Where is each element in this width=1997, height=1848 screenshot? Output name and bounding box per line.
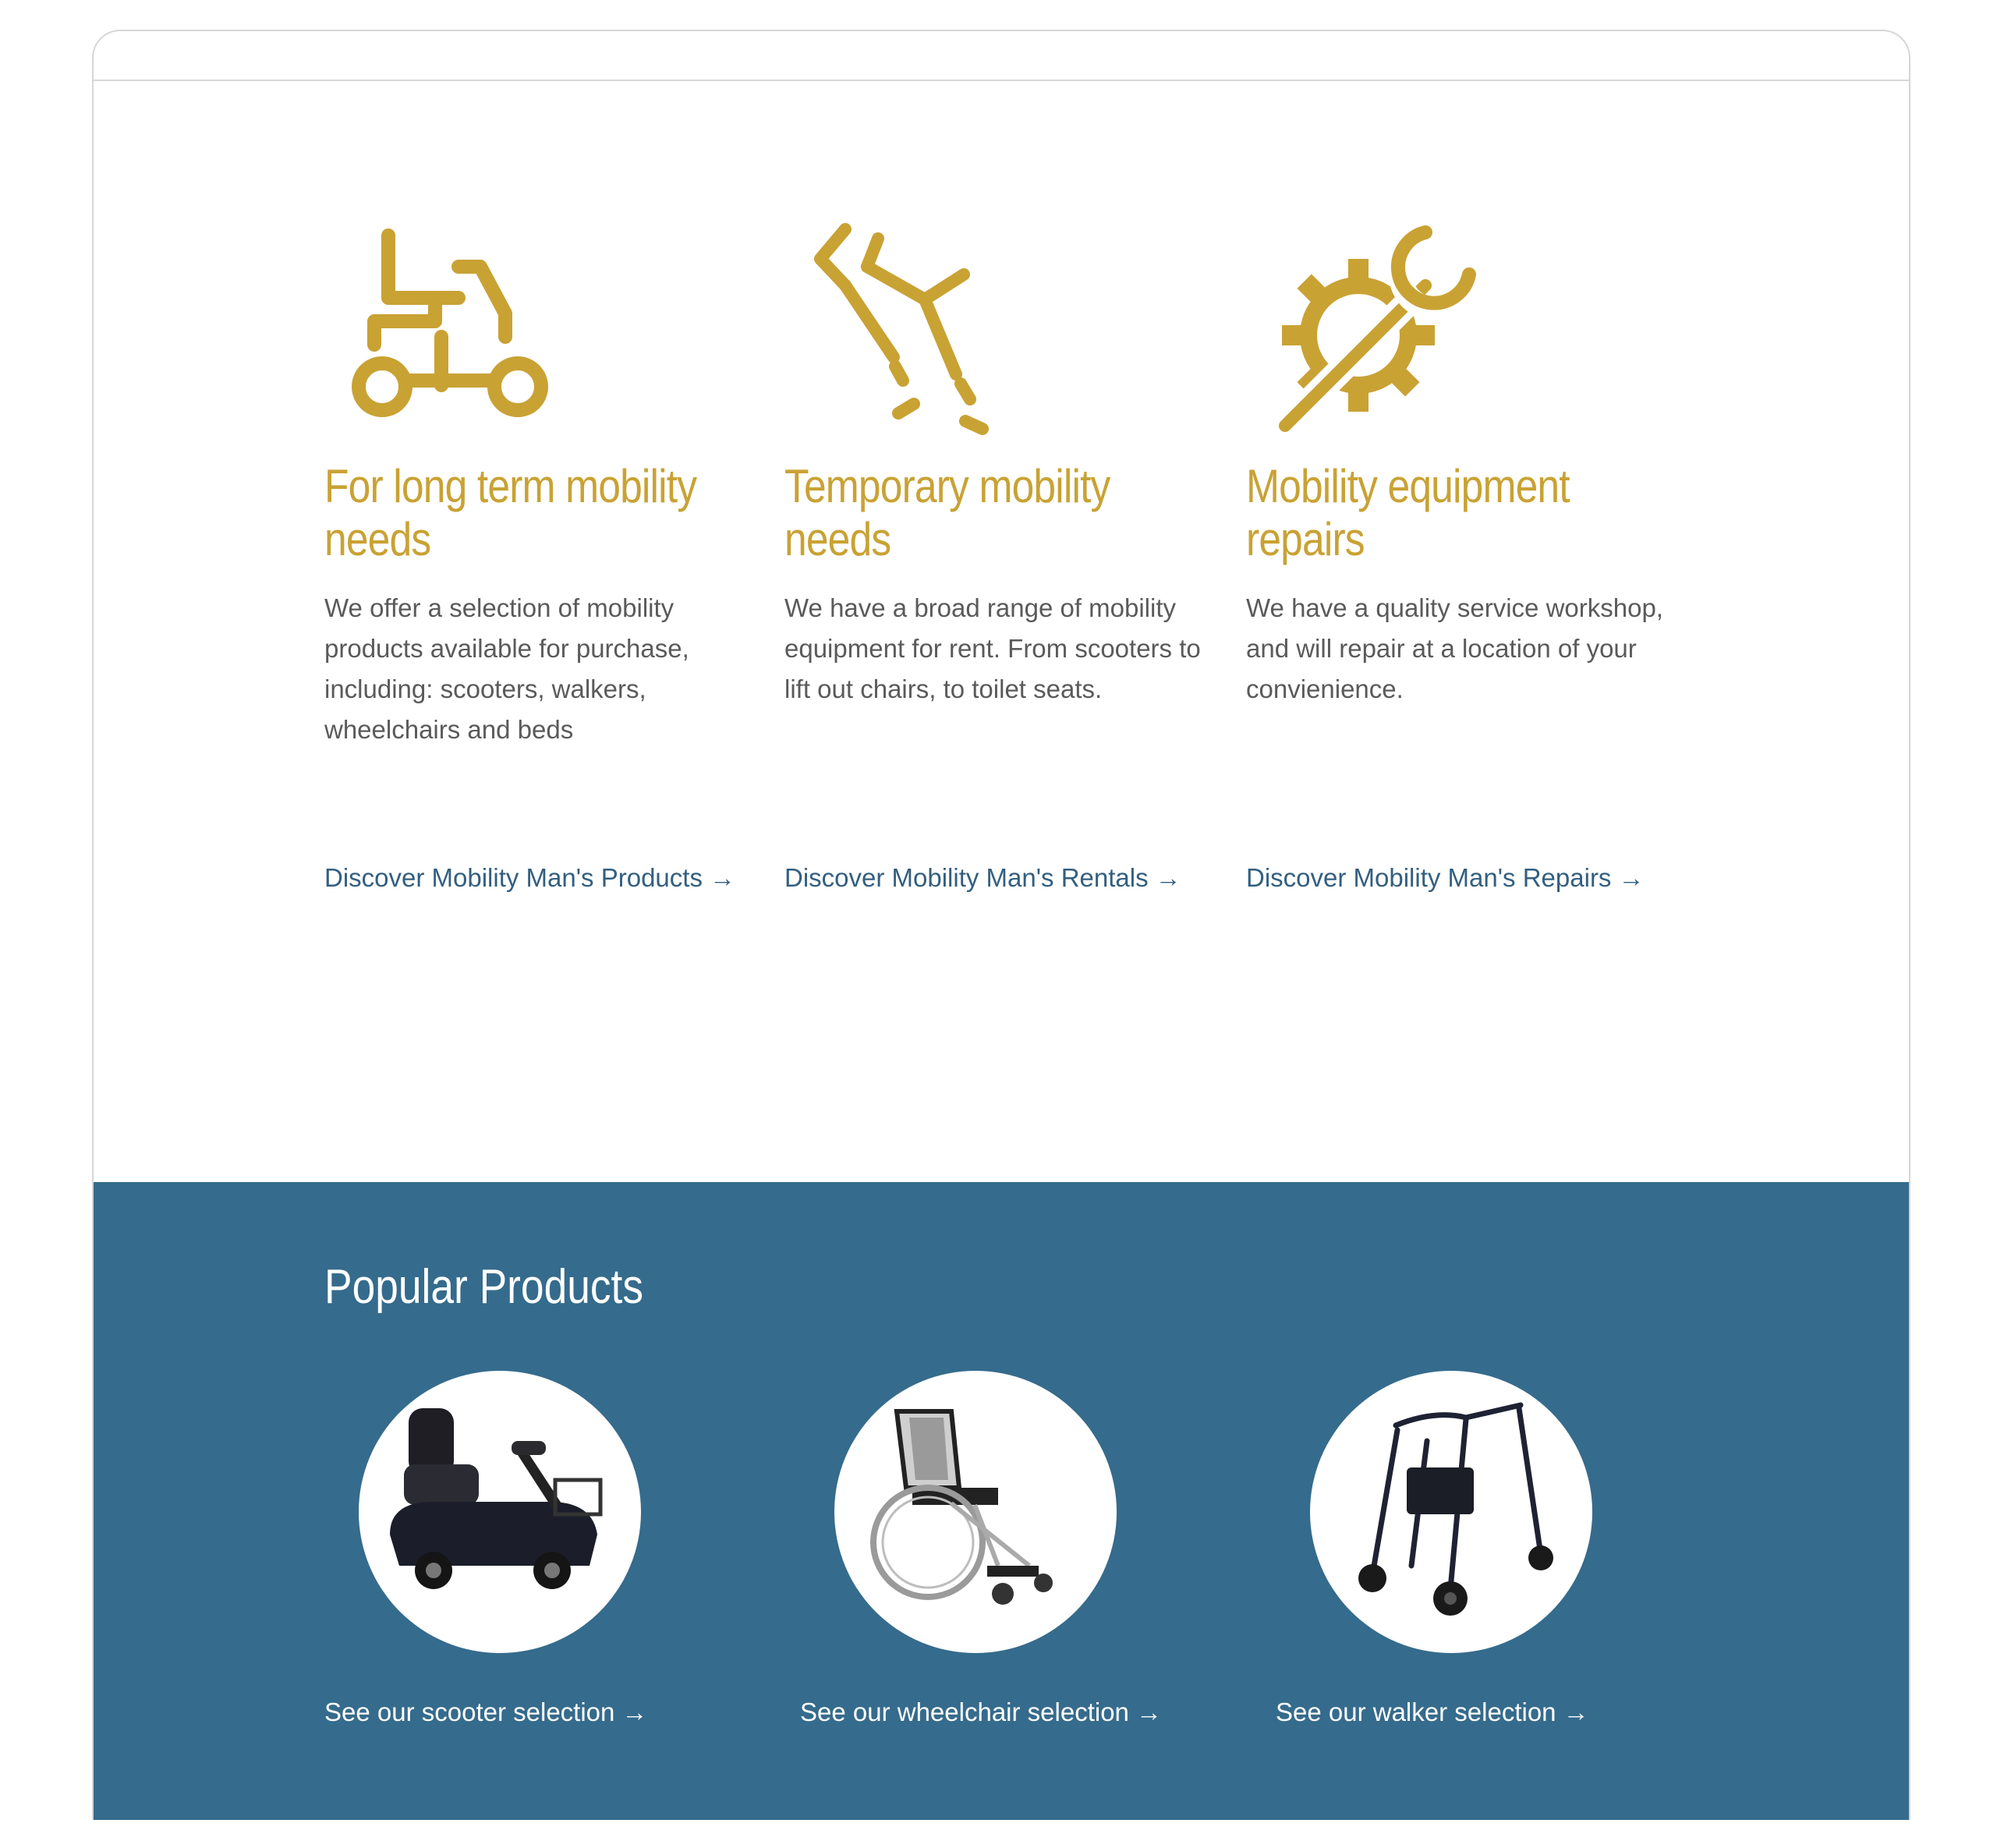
discover-rentals-link[interactable]: Discover Mobility Man's Rentals → — [784, 862, 1181, 894]
scooter-selection-link[interactable]: See our scooter selection → — [324, 1697, 648, 1728]
walker-image[interactable] — [1310, 1371, 1592, 1653]
services-section: For long term mobility needs We offer a … — [94, 81, 1909, 1182]
product-card-wheelchair: See our wheelchair selection → — [800, 1371, 1206, 1776]
service-description: We have a broad range of mobility equipm… — [784, 593, 1201, 703]
top-bar — [94, 31, 1909, 81]
wheelchair-selection-link[interactable]: See our wheelchair selection → — [800, 1697, 1162, 1728]
service-title: Mobility equipment repairs — [1246, 460, 1570, 565]
scooter-image[interactable] — [359, 1371, 641, 1653]
service-card-rentals: Temporary mobility needs We have a broad… — [784, 81, 1221, 1017]
service-description: We have a quality service workshop, and … — [1246, 593, 1663, 703]
popular-products-section: Popular Products See our scooter selecti… — [94, 1182, 1909, 1820]
service-description: We offer a selection of mobility product… — [324, 593, 689, 744]
mobility-scooter-icon — [352, 228, 548, 417]
product-card-walker: See our walker selection → — [1276, 1371, 1681, 1776]
walker-selection-link[interactable]: See our walker selection → — [1276, 1697, 1589, 1728]
service-card-products: For long term mobility needs We offer a … — [324, 81, 761, 1017]
discover-repairs-link[interactable]: Discover Mobility Man's Repairs → — [1246, 862, 1645, 894]
page-frame: For long term mobility needs We offer a … — [92, 30, 1910, 1820]
wheelchair-image[interactable] — [834, 1371, 1117, 1653]
crutches-icon — [814, 223, 989, 435]
discover-products-link[interactable]: Discover Mobility Man's Products → — [324, 862, 735, 894]
gear-wrench-icon — [1275, 225, 1481, 436]
service-card-repairs: Mobility equipment repairs We have a qua… — [1246, 81, 1683, 1017]
product-card-scooter: See our scooter selection → — [324, 1371, 730, 1776]
popular-products-heading: Popular Products — [324, 1260, 644, 1314]
service-title: Temporary mobility needs — [784, 460, 1110, 565]
service-title: For long term mobility needs — [324, 460, 697, 565]
